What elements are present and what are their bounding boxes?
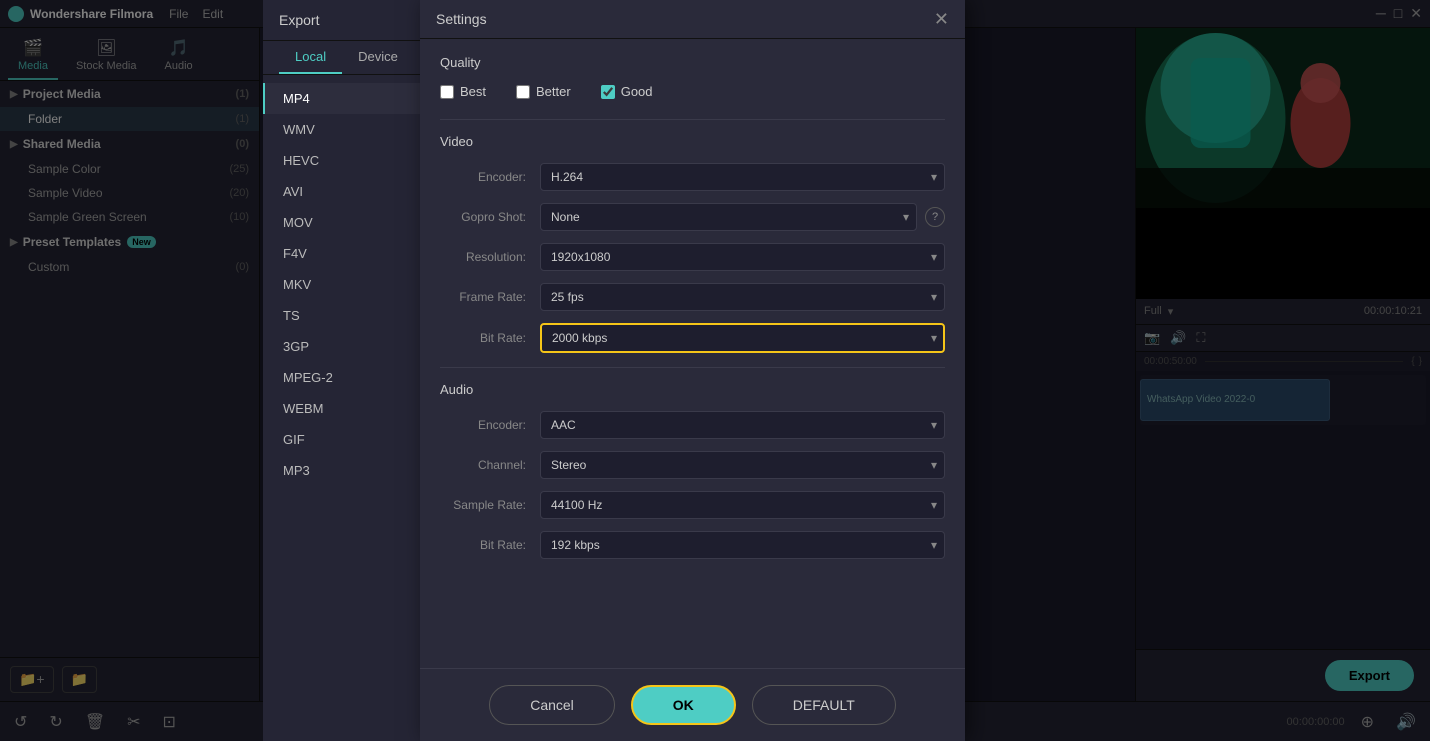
quality-best-label: Best (460, 84, 486, 99)
export-tab-local-label: Local (295, 49, 326, 64)
audio-encoder-select-wrap: AAC MP3 (540, 411, 945, 439)
quality-good-label: Good (621, 84, 653, 99)
settings-dialog: Settings ✕ Quality Best Better Good Vi (420, 0, 965, 741)
quality-good-checkbox[interactable] (601, 85, 615, 99)
channel-select[interactable]: Stereo Mono (540, 451, 945, 479)
frame-rate-label: Frame Rate: (440, 290, 540, 304)
settings-ok-button[interactable]: OK (631, 685, 736, 725)
resolution-label: Resolution: (440, 250, 540, 264)
gopro-shot-select-wrap: None On (540, 203, 917, 231)
quality-row: Best Better Good (440, 84, 945, 99)
video-bitrate-label: Bit Rate: (440, 331, 540, 345)
audio-bitrate-select[interactable]: 192 kbps 320 kbps 128 kbps (540, 531, 945, 559)
export-tab-device[interactable]: Device (342, 41, 414, 74)
gopro-shot-label: Gopro Shot: (440, 210, 540, 224)
video-encoder-row: Encoder: H.264 H.265 VP9 (440, 163, 945, 191)
quality-better-label: Better (536, 84, 571, 99)
audio-encoder-row: Encoder: AAC MP3 (440, 411, 945, 439)
export-dialog-title: Export (279, 12, 319, 28)
gopro-help-icon[interactable]: ? (925, 207, 945, 227)
video-encoder-select[interactable]: H.264 H.265 VP9 (540, 163, 945, 191)
audio-divider (440, 367, 945, 368)
quality-better-checkbox[interactable] (516, 85, 530, 99)
quality-best-checkbox[interactable] (440, 85, 454, 99)
audio-encoder-select[interactable]: AAC MP3 (540, 411, 945, 439)
video-bitrate-select[interactable]: 2000 kbps 4000 kbps 8000 kbps (540, 323, 945, 353)
sample-rate-label: Sample Rate: (440, 498, 540, 512)
video-encoder-label: Encoder: (440, 170, 540, 184)
quality-section-label: Quality (440, 55, 945, 70)
video-bitrate-row: Bit Rate: 2000 kbps 4000 kbps 8000 kbps (440, 323, 945, 353)
audio-section-label: Audio (440, 382, 945, 397)
quality-label-text: Quality (440, 55, 480, 70)
channel-select-wrap: Stereo Mono (540, 451, 945, 479)
settings-footer: Cancel OK DEFAULT (420, 668, 965, 741)
channel-label: Channel: (440, 458, 540, 472)
quality-best-option[interactable]: Best (440, 84, 486, 99)
video-section-label: Video (440, 134, 945, 149)
video-encoder-select-wrap: H.264 H.265 VP9 (540, 163, 945, 191)
export-tab-device-label: Device (358, 49, 398, 64)
settings-cancel-button[interactable]: Cancel (489, 685, 615, 725)
channel-row: Channel: Stereo Mono (440, 451, 945, 479)
quality-better-option[interactable]: Better (516, 84, 571, 99)
frame-rate-select-wrap: 25 fps 30 fps 60 fps 24 fps (540, 283, 945, 311)
frame-rate-row: Frame Rate: 25 fps 30 fps 60 fps 24 fps (440, 283, 945, 311)
settings-close-button[interactable]: ✕ (934, 10, 949, 28)
resolution-select[interactable]: 1920x1080 1280x720 3840x2160 (540, 243, 945, 271)
sample-rate-select-wrap: 44100 Hz 48000 Hz (540, 491, 945, 519)
sample-rate-row: Sample Rate: 44100 Hz 48000 Hz (440, 491, 945, 519)
gopro-shot-row: Gopro Shot: None On ? (440, 203, 945, 231)
video-label-text: Video (440, 134, 473, 149)
settings-titlebar: Settings ✕ (420, 0, 965, 39)
quality-divider (440, 119, 945, 120)
settings-body: Quality Best Better Good Video Encoder: (420, 39, 965, 668)
resolution-row: Resolution: 1920x1080 1280x720 3840x2160 (440, 243, 945, 271)
quality-good-option[interactable]: Good (601, 84, 653, 99)
settings-default-button[interactable]: DEFAULT (752, 685, 896, 725)
resolution-select-wrap: 1920x1080 1280x720 3840x2160 (540, 243, 945, 271)
video-bitrate-select-wrap: 2000 kbps 4000 kbps 8000 kbps (540, 323, 945, 353)
audio-bitrate-row: Bit Rate: 192 kbps 320 kbps 128 kbps (440, 531, 945, 559)
frame-rate-select[interactable]: 25 fps 30 fps 60 fps 24 fps (540, 283, 945, 311)
sample-rate-select[interactable]: 44100 Hz 48000 Hz (540, 491, 945, 519)
audio-bitrate-select-wrap: 192 kbps 320 kbps 128 kbps (540, 531, 945, 559)
audio-bitrate-label: Bit Rate: (440, 538, 540, 552)
export-tab-local[interactable]: Local (279, 41, 342, 74)
settings-dialog-title: Settings (436, 11, 487, 27)
audio-label-text: Audio (440, 382, 473, 397)
audio-encoder-label: Encoder: (440, 418, 540, 432)
gopro-shot-select[interactable]: None On (540, 203, 917, 231)
